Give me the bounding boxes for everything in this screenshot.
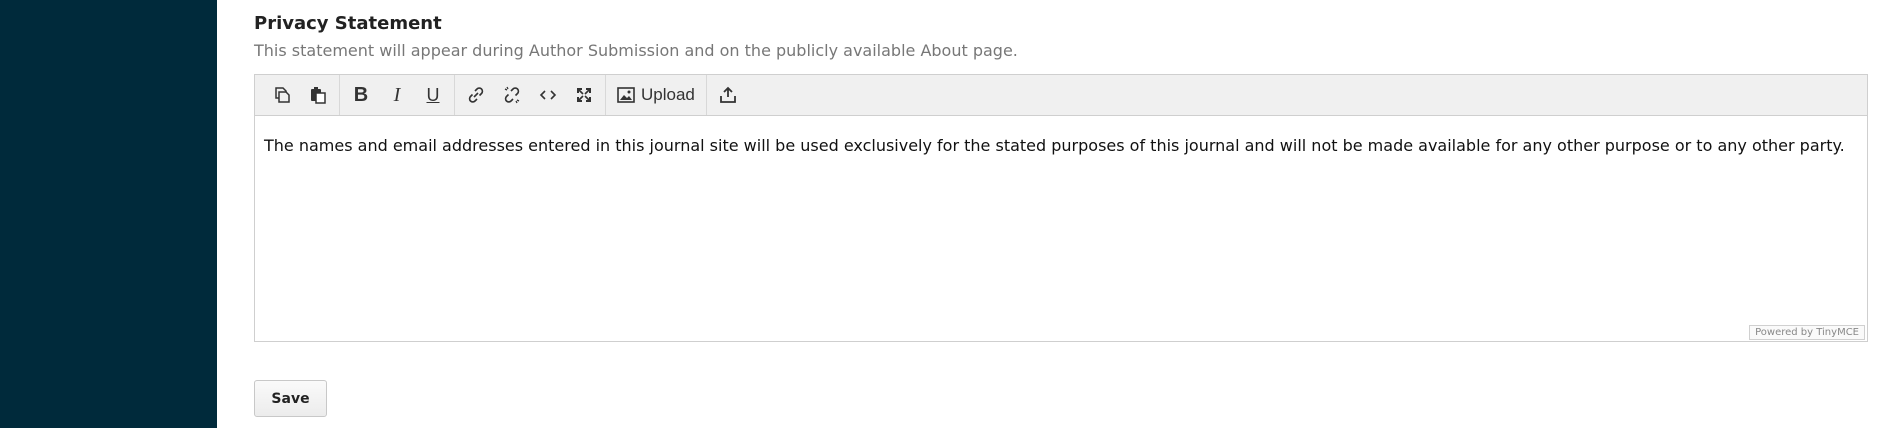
copy-icon — [273, 86, 291, 104]
unlink-icon — [502, 85, 522, 105]
file-group — [707, 75, 749, 115]
copy-button[interactable] — [264, 78, 300, 112]
clipboard-group — [261, 75, 340, 115]
save-button[interactable]: Save — [254, 380, 327, 417]
section-title: Privacy Statement — [254, 13, 442, 34]
image-icon — [617, 87, 635, 103]
code-icon — [539, 88, 557, 102]
underline-icon: U — [426, 85, 440, 105]
format-group: B I U — [340, 75, 455, 115]
editor-content[interactable]: The names and email addresses entered in… — [255, 116, 1867, 175]
unlink-button[interactable] — [494, 78, 530, 112]
fullscreen-button[interactable] — [566, 78, 602, 112]
insert-group — [455, 75, 606, 115]
fullscreen-icon — [575, 86, 593, 104]
upload-icon — [719, 86, 737, 104]
media-group: Upload — [606, 75, 707, 115]
rich-text-editor[interactable]: B I U Upload The names and email address… — [254, 74, 1868, 342]
link-icon — [466, 85, 486, 105]
italic-button[interactable]: I — [379, 78, 415, 112]
powered-by-badge[interactable]: Powered by TinyMCE — [1749, 325, 1865, 340]
source-code-button[interactable] — [530, 78, 566, 112]
paste-icon — [309, 86, 327, 104]
editor-toolbar: B I U Upload — [255, 75, 1867, 116]
sidebar — [0, 0, 217, 428]
upload-image-button[interactable]: Upload — [609, 78, 703, 112]
paste-button[interactable] — [300, 78, 336, 112]
underline-button[interactable]: U — [415, 78, 451, 112]
section-description: This statement will appear during Author… — [254, 41, 1018, 60]
italic-icon: I — [393, 84, 401, 106]
upload-image-label: Upload — [641, 85, 695, 104]
bold-icon: B — [353, 84, 369, 106]
bold-button[interactable]: B — [343, 78, 379, 112]
file-upload-button[interactable] — [710, 78, 746, 112]
link-button[interactable] — [458, 78, 494, 112]
